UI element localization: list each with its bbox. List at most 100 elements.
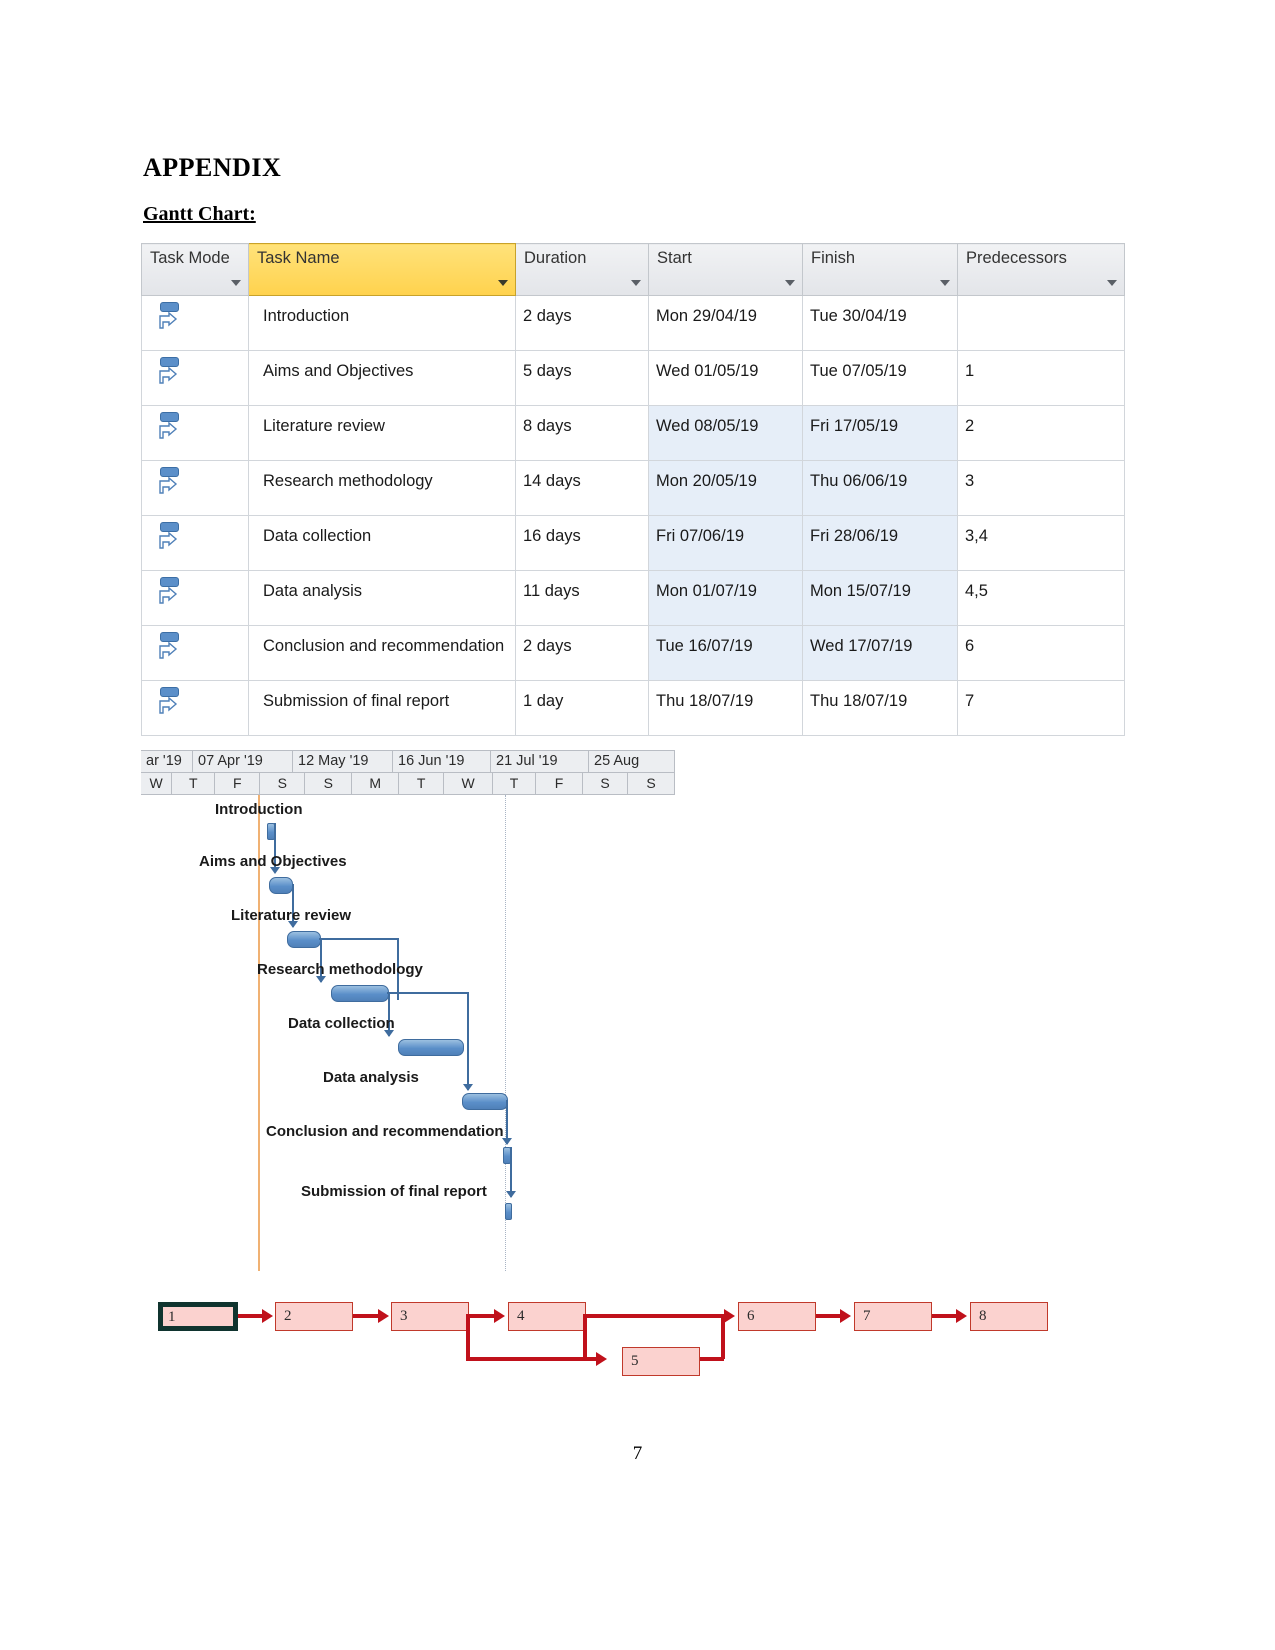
cell-task-name-text: Conclusion and recommendation xyxy=(263,637,505,655)
cell-predecessors[interactable]: 2 xyxy=(957,405,1125,461)
auto-schedule-icon[interactable] xyxy=(159,632,181,662)
gantt-bar-5[interactable] xyxy=(398,1039,464,1056)
cell-task-name[interactable]: Literature review xyxy=(248,405,516,461)
auto-schedule-icon[interactable] xyxy=(159,687,181,717)
cell-finish[interactable]: Tue 30/04/19 xyxy=(802,295,958,351)
gantt-link-arrow-7-8 xyxy=(506,1191,516,1198)
table-row[interactable]: Aims and Objectives 5 days Wed 01/05/19 Tue… xyxy=(141,350,1125,406)
cell-task-name[interactable]: Data analysis xyxy=(248,570,516,626)
network-arrow-3-4 xyxy=(494,1309,505,1323)
table-row[interactable]: Research methodology 14 days Mon 20/05/19 T… xyxy=(141,460,1125,516)
chevron-down-icon[interactable] xyxy=(231,280,241,286)
cell-start[interactable]: Mon 01/07/19 xyxy=(648,570,803,626)
table-row[interactable]: Submission of final report 1 day Thu 18/07… xyxy=(141,680,1125,736)
chevron-down-icon[interactable] xyxy=(1107,280,1117,286)
column-header-duration[interactable]: Duration xyxy=(515,243,649,296)
cell-finish[interactable]: Fri 17/05/19 xyxy=(802,405,958,461)
cell-finish-text: Fri 28/06/19 xyxy=(810,527,899,545)
network-arrow-6-7 xyxy=(840,1309,851,1323)
cell-finish[interactable]: Tue 07/05/19 xyxy=(802,350,958,406)
auto-schedule-icon[interactable] xyxy=(159,577,181,607)
cell-duration[interactable]: 11 days xyxy=(515,570,649,626)
gantt-bar-8[interactable] xyxy=(505,1203,512,1220)
cell-duration[interactable]: 1 day xyxy=(515,680,649,736)
auto-schedule-icon[interactable] xyxy=(159,412,181,442)
chevron-down-icon[interactable] xyxy=(631,280,641,286)
cell-task-mode[interactable] xyxy=(141,570,249,626)
table-row[interactable]: Data collection 16 days Fri 07/06/19 Fri 28… xyxy=(141,515,1125,571)
cell-finish[interactable]: Thu 18/07/19 xyxy=(802,680,958,736)
cell-predecessors[interactable]: 1 xyxy=(957,350,1125,406)
network-node-8[interactable]: 8 xyxy=(970,1302,1048,1331)
column-header-finish[interactable]: Finish xyxy=(802,243,958,296)
cell-start[interactable]: Mon 20/05/19 xyxy=(648,460,803,516)
cell-duration[interactable]: 2 days xyxy=(515,295,649,351)
column-header-task-mode[interactable]: Task Mode xyxy=(141,243,249,296)
chevron-down-icon[interactable] xyxy=(498,280,508,286)
cell-start-text: Mon 29/04/19 xyxy=(656,307,757,325)
column-header-task-name[interactable]: Task Name xyxy=(248,243,516,296)
cell-duration[interactable]: 5 days xyxy=(515,350,649,406)
network-node-1[interactable]: 1 xyxy=(158,1302,238,1331)
auto-schedule-icon[interactable] xyxy=(159,357,181,387)
cell-duration[interactable]: 16 days xyxy=(515,515,649,571)
column-header-start[interactable]: Start xyxy=(648,243,803,296)
cell-start[interactable]: Fri 07/06/19 xyxy=(648,515,803,571)
cell-start[interactable]: Mon 29/04/19 xyxy=(648,295,803,351)
auto-schedule-icon[interactable] xyxy=(159,522,181,552)
cell-duration[interactable]: 8 days xyxy=(515,405,649,461)
cell-task-name[interactable]: Aims and Objectives xyxy=(248,350,516,406)
cell-task-name[interactable]: Introduction xyxy=(248,295,516,351)
cell-duration[interactable]: 2 days xyxy=(515,625,649,681)
gantt-timeline-days: WTFSSMTWTFSS xyxy=(141,773,675,795)
auto-schedule-icon[interactable] xyxy=(159,467,181,497)
cell-task-mode[interactable] xyxy=(141,460,249,516)
network-node-2[interactable]: 2 xyxy=(275,1302,353,1331)
cell-predecessors[interactable]: 4,5 xyxy=(957,570,1125,626)
table-row[interactable]: Introduction 2 days Mon 29/04/19 Tue 30/04/… xyxy=(141,295,1125,351)
cell-task-mode[interactable] xyxy=(141,515,249,571)
cell-task-name[interactable]: Data collection xyxy=(248,515,516,571)
cell-task-name[interactable]: Submission of final report xyxy=(248,680,516,736)
auto-schedule-icon[interactable] xyxy=(159,302,181,332)
cell-task-name[interactable]: Conclusion and recommendation xyxy=(248,625,516,681)
cell-predecessors[interactable]: 6 xyxy=(957,625,1125,681)
column-header-predecessors[interactable]: Predecessors xyxy=(957,243,1125,296)
cell-predecessors[interactable]: 3 xyxy=(957,460,1125,516)
cell-predecessors[interactable]: 3,4 xyxy=(957,515,1125,571)
cell-predecessors[interactable] xyxy=(957,295,1125,351)
cell-task-mode[interactable] xyxy=(141,350,249,406)
network-node-3[interactable]: 3 xyxy=(391,1302,469,1331)
timeline-month-1: ar '19 xyxy=(141,751,193,772)
network-node-6[interactable]: 6 xyxy=(738,1302,816,1331)
cell-finish[interactable]: Wed 17/07/19 xyxy=(802,625,958,681)
task-table-body: Introduction 2 days Mon 29/04/19 Tue 30/04/… xyxy=(141,295,1125,736)
table-row[interactable]: Data analysis 11 days Mon 01/07/19 Mon 15/0… xyxy=(141,570,1125,626)
cell-finish[interactable]: Fri 28/06/19 xyxy=(802,515,958,571)
cell-finish[interactable]: Mon 15/07/19 xyxy=(802,570,958,626)
table-row[interactable]: Conclusion and recommendation 2 days Tue 1… xyxy=(141,625,1125,681)
cell-task-mode[interactable] xyxy=(141,405,249,461)
cell-start[interactable]: Wed 08/05/19 xyxy=(648,405,803,461)
cell-start[interactable]: Wed 01/05/19 xyxy=(648,350,803,406)
gantt-bar-6[interactable] xyxy=(462,1093,508,1110)
network-node-4[interactable]: 4 xyxy=(508,1302,586,1331)
gantt-bar-2[interactable] xyxy=(269,877,293,894)
cell-task-mode[interactable] xyxy=(141,680,249,736)
column-header-finish-label: Finish xyxy=(811,249,856,267)
cell-task-mode[interactable] xyxy=(141,625,249,681)
chevron-down-icon[interactable] xyxy=(940,280,950,286)
cell-predecessors[interactable]: 7 xyxy=(957,680,1125,736)
cell-start[interactable]: Tue 16/07/19 xyxy=(648,625,803,681)
table-row[interactable]: Literature review 8 days Wed 08/05/19 Fri 1… xyxy=(141,405,1125,461)
cell-task-name[interactable]: Research methodology xyxy=(248,460,516,516)
cell-finish[interactable]: Thu 06/06/19 xyxy=(802,460,958,516)
cell-task-mode[interactable] xyxy=(141,295,249,351)
network-node-7[interactable]: 7 xyxy=(854,1302,932,1331)
network-node-5[interactable]: 5 xyxy=(622,1347,700,1376)
gantt-bar-4[interactable] xyxy=(331,985,389,1002)
cell-duration[interactable]: 14 days xyxy=(515,460,649,516)
gantt-bar-3[interactable] xyxy=(287,931,321,948)
chevron-down-icon[interactable] xyxy=(785,280,795,286)
cell-start[interactable]: Thu 18/07/19 xyxy=(648,680,803,736)
